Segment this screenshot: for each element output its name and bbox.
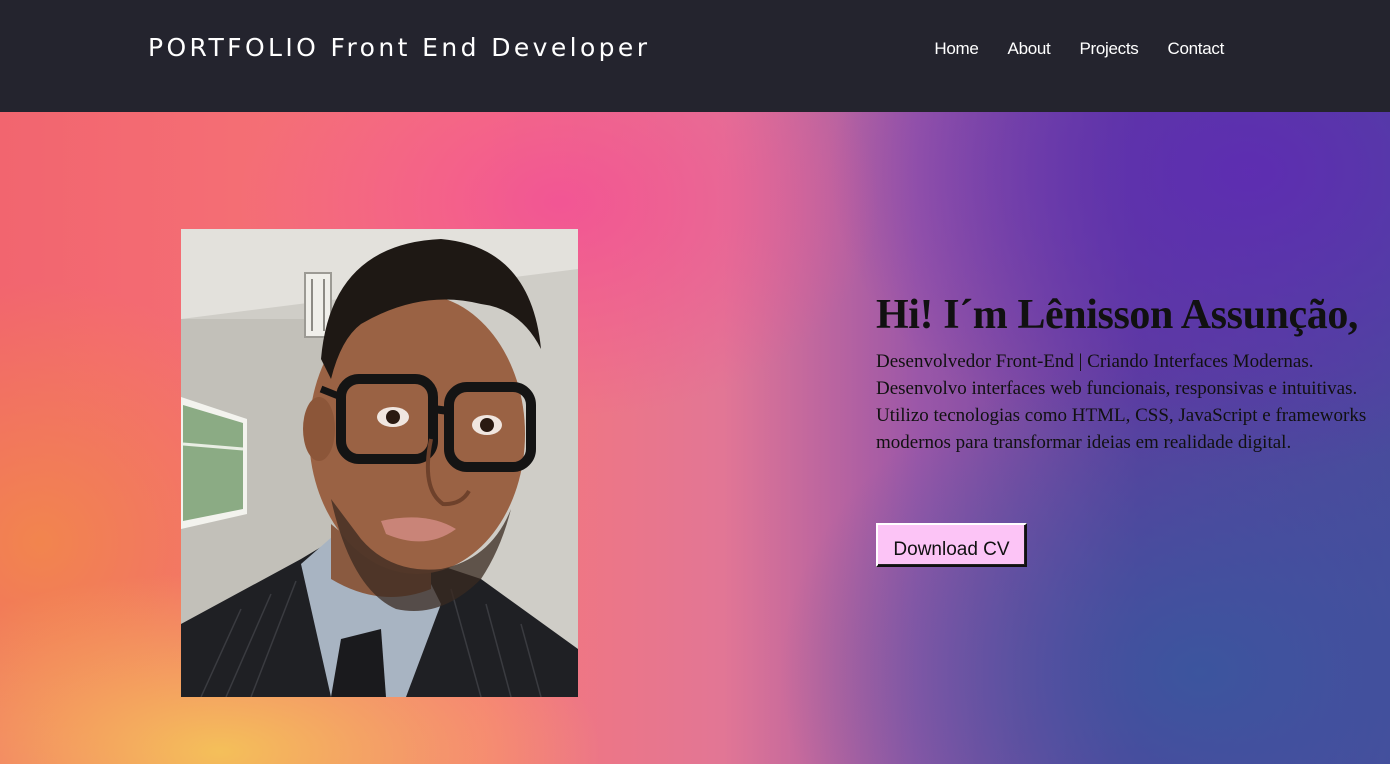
description-line: Utilizo tecnologias como HTML, CSS, Java… xyxy=(876,405,1367,427)
nav-projects-link[interactable]: Projects xyxy=(1079,39,1138,59)
nav-home-link[interactable]: Home xyxy=(934,39,978,59)
hero-headline: Hi! I´m Lênisson Assunção, xyxy=(876,292,1359,338)
hero-description: Desenvolvedor Front-End | Criando Interf… xyxy=(876,348,1390,456)
main-navigation: Home About Projects Contact xyxy=(934,39,1224,59)
download-cv-button[interactable]: Download CV xyxy=(876,523,1027,567)
description-line: Desenvolvo interfaces web funcionais, re… xyxy=(876,378,1358,400)
hero-text: Hi! I´m Lênisson Assunção, Desenvolvedor… xyxy=(876,292,1390,456)
site-brand[interactable]: PORTFOLIO Front End Developer xyxy=(148,33,650,62)
top-navbar: PORTFOLIO Front End Developer Home About… xyxy=(0,0,1390,112)
hero-section: Hi! I´m Lênisson Assunção, Desenvolvedor… xyxy=(0,112,1390,764)
nav-about-link[interactable]: About xyxy=(1008,39,1051,59)
description-line: Desenvolvedor Front-End | Criando Interf… xyxy=(876,351,1314,373)
nav-contact-link[interactable]: Contact xyxy=(1168,39,1225,59)
profile-photo xyxy=(181,229,578,697)
description-line: modernos para transformar ideias em real… xyxy=(876,432,1292,454)
